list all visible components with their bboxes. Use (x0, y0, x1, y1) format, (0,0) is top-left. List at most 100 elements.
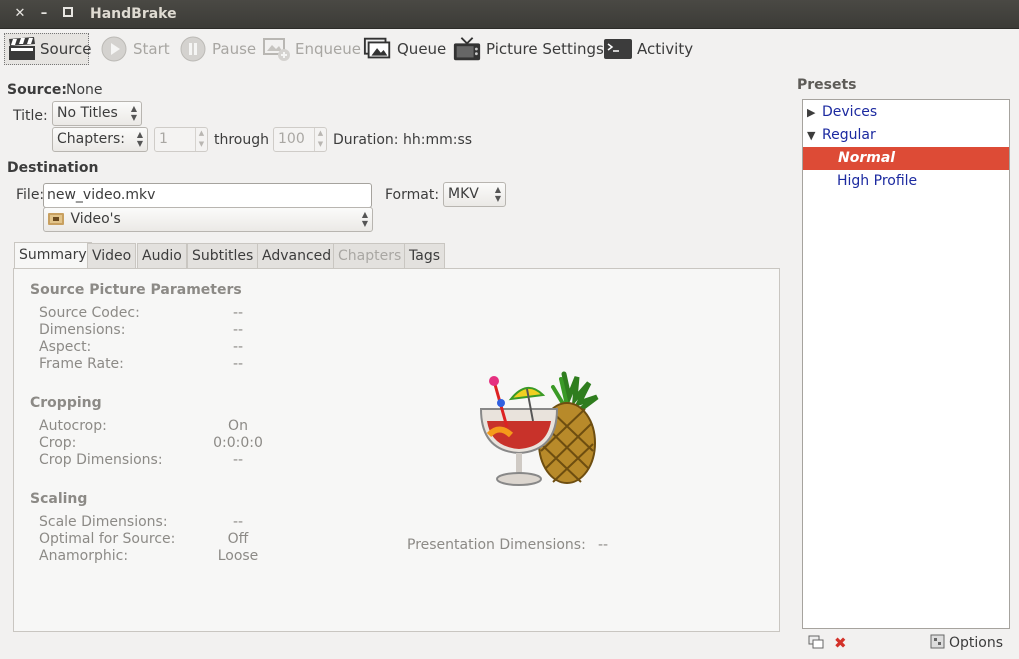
destination-heading: Destination (7, 160, 99, 176)
scale-dimensions-value: -- (232, 514, 244, 530)
preset-group-label: Devices (822, 104, 878, 120)
optimal-for-source-label: Optimal for Source: (39, 531, 176, 547)
anamorphic-value: Loose (217, 548, 259, 564)
picture-settings-button[interactable]: Picture Settings (449, 33, 607, 65)
close-window-icon[interactable]: ✕ (12, 6, 28, 22)
start-button-label: Start (133, 40, 170, 58)
source-codec-label: Source Codec: (39, 305, 140, 321)
preset-item-high-profile[interactable]: High Profile (803, 170, 1009, 193)
enqueue-button-label: Enqueue (295, 40, 361, 58)
preset-group-label: Regular (822, 127, 876, 143)
crop-dimensions-label: Crop Dimensions: (39, 452, 163, 468)
window-titlebar: ✕ – HandBrake (0, 0, 1019, 29)
destination-folder-value: Video's (70, 211, 121, 227)
start-button[interactable]: Start (96, 33, 173, 65)
options-label: Options (949, 635, 1004, 651)
autocrop-value: On (228, 418, 248, 434)
expander-collapsed-icon[interactable]: ▶ (807, 101, 815, 124)
spinner-arrows-icon[interactable]: ▲ ▼ (195, 128, 207, 151)
tab-chapters[interactable]: Chapters (333, 243, 407, 268)
file-name-value: new_video.mkv (47, 187, 156, 203)
preset-item-label: High Profile (837, 173, 918, 189)
frame-rate-value: -- (232, 356, 244, 372)
tab-tags[interactable]: Tags (404, 243, 445, 268)
format-combo[interactable]: MKV ▲ ▼ (443, 182, 506, 207)
file-label: File: (16, 187, 45, 203)
video-folder-icon (48, 210, 64, 233)
duration-value: hh:mm:ss (403, 132, 473, 148)
source-button[interactable]: Source (4, 33, 92, 65)
source-value: None (66, 82, 103, 98)
crop-label: Crop: (39, 435, 77, 451)
combo-arrows-icon: ▲ ▼ (494, 185, 501, 203)
presets-heading: Presets (797, 77, 857, 93)
handbrake-logo-icon (469, 369, 609, 499)
chapter-start-spinner[interactable]: 1 ▲ ▼ (154, 127, 208, 152)
tab-video[interactable]: Video (87, 243, 137, 268)
minimize-window-icon[interactable]: – (36, 6, 52, 22)
source-codec-value: -- (232, 305, 244, 321)
chapters-combo-value: Chapters: (57, 131, 125, 147)
presentation-dimensions-label: Presentation Dimensions: (407, 537, 586, 553)
cropping-heading: Cropping (30, 395, 102, 411)
window-title: HandBrake (90, 6, 177, 22)
main-toolbar: Source Start Pause Enqueue Queue Picture… (0, 29, 1019, 69)
pause-button[interactable]: Pause (175, 33, 259, 65)
summary-panel: Source Picture Parameters Source Codec: … (13, 268, 780, 632)
destination-folder-combo[interactable]: Video's ▲ ▼ (43, 207, 373, 232)
queue-button-label: Queue (397, 40, 447, 58)
aspect-label: Aspect: (39, 339, 92, 355)
spinner-arrows-icon[interactable]: ▲ ▼ (314, 128, 326, 151)
duration-label: Duration: (333, 132, 399, 148)
combo-arrows-icon: ▲ ▼ (361, 210, 368, 228)
pause-icon (178, 36, 208, 62)
scale-dimensions-label: Scale Dimensions: (39, 514, 168, 530)
optimal-for-source-value: Off (227, 531, 249, 547)
combo-arrows-icon: ▲ ▼ (136, 130, 143, 148)
chapter-start-value: 1 (159, 131, 168, 147)
combo-arrows-icon: ▲ ▼ (130, 104, 137, 122)
title-label: Title: (13, 108, 48, 124)
tv-icon (452, 36, 482, 62)
activity-button-label: Activity (637, 40, 694, 58)
anamorphic-label: Anamorphic: (39, 548, 129, 564)
preset-item-label: Normal (838, 150, 896, 166)
expander-expanded-icon[interactable]: ▼ (807, 124, 815, 147)
tab-subtitles[interactable]: Subtitles (187, 243, 259, 268)
scaling-heading: Scaling (30, 491, 88, 507)
through-label: through (214, 132, 270, 148)
activity-button[interactable]: Activity (600, 33, 696, 65)
file-name-input[interactable]: new_video.mkv (43, 183, 372, 208)
tab-audio[interactable]: Audio (137, 243, 187, 268)
source-label: Source: (7, 82, 67, 98)
title-combo[interactable]: No Titles ▲ ▼ (52, 101, 142, 126)
presets-list[interactable]: ▶ Devices ▼ Regular Normal High Profile (802, 99, 1010, 629)
options-icon (930, 634, 945, 653)
add-preset-icon[interactable] (808, 635, 824, 653)
title-combo-value: No Titles (57, 105, 118, 121)
preset-item-normal[interactable]: Normal (803, 147, 1009, 170)
clapperboard-icon (8, 36, 36, 62)
presentation-dimensions-value: -- (598, 537, 609, 553)
tab-advanced[interactable]: Advanced (257, 243, 337, 268)
queue-stack-icon (363, 36, 393, 62)
enqueue-button[interactable]: Enqueue (258, 33, 364, 65)
maximize-window-icon[interactable] (60, 6, 76, 22)
chapter-end-value: 100 (278, 131, 305, 147)
queue-button[interactable]: Queue (360, 33, 449, 65)
crop-dimensions-value: -- (232, 452, 244, 468)
format-combo-value: MKV (448, 186, 479, 202)
format-label: Format: (385, 187, 440, 203)
autocrop-label: Autocrop: (39, 418, 107, 434)
enqueue-icon (261, 36, 291, 62)
preset-group-regular[interactable]: ▼ Regular (803, 124, 1009, 147)
options-button[interactable]: Options (930, 632, 1003, 654)
play-icon (99, 36, 129, 62)
dimensions-label: Dimensions: (39, 322, 126, 338)
source-button-label: Source (40, 40, 92, 58)
tab-summary[interactable]: Summary (14, 242, 92, 268)
remove-preset-icon[interactable]: ✖ (834, 634, 847, 652)
chapter-end-spinner[interactable]: 100 ▲ ▼ (273, 127, 327, 152)
chapters-range-combo[interactable]: Chapters: ▲ ▼ (52, 127, 148, 152)
preset-group-devices[interactable]: ▶ Devices (803, 101, 1009, 124)
